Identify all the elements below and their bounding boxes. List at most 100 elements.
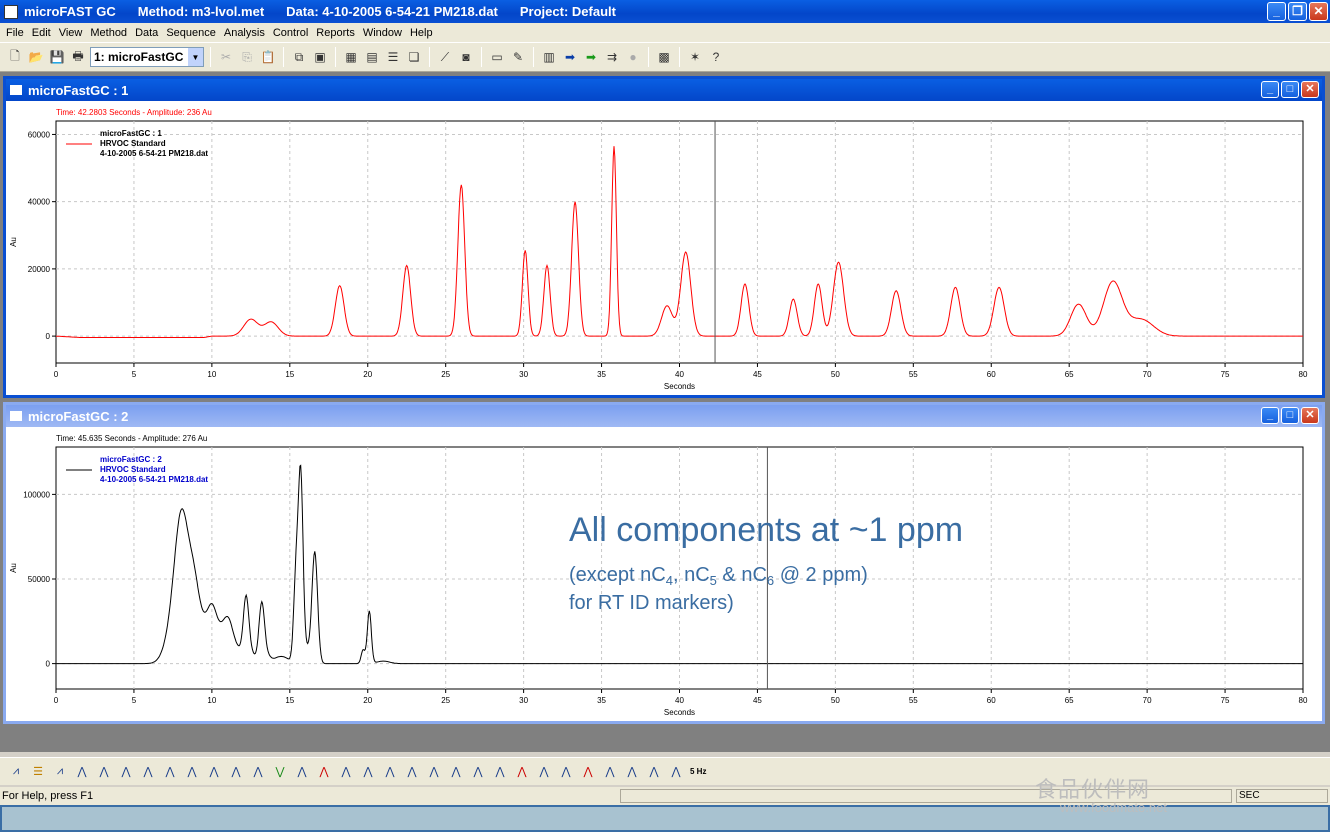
chromatogram-window-1[interactable]: microFastGC : 1 _ □ ✕ 0 5 10 15 20 25 30 35 40 45… — [3, 76, 1325, 398]
peak-tool-icon[interactable]: ⋁ — [270, 762, 290, 782]
peak-tool-icon[interactable]: ⋀ — [182, 762, 202, 782]
chromatogram-chart-1[interactable]: 0 5 10 15 20 25 30 35 40 45 50 55 60 65 70 75 80 0 20000 40… — [6, 101, 1322, 395]
window-2-titlebar[interactable]: microFastGC : 2 _ □ ✕ — [6, 405, 1322, 427]
image-icon[interactable]: ▣ — [311, 48, 329, 66]
print-icon[interactable]: 🖶 — [69, 48, 87, 66]
window-1-close-button[interactable]: ✕ — [1301, 81, 1319, 98]
x-tick-label: 35 — [597, 370, 606, 379]
channel-select[interactable]: 1: microFastGC ▼ — [90, 47, 204, 67]
menu-control[interactable]: Control — [269, 27, 312, 39]
copy-icon[interactable]: ⎘ — [238, 48, 256, 66]
peak-tool-icon[interactable]: ⋀ — [424, 762, 444, 782]
x-tick-label: 65 — [1065, 370, 1074, 379]
document-icon — [10, 411, 22, 421]
close-button[interactable]: ✕ — [1309, 2, 1328, 21]
peak-tool-icon[interactable]: ⋀ — [402, 762, 422, 782]
window-1-minimize-button[interactable]: _ — [1261, 81, 1279, 98]
paste-icon[interactable]: 📋 — [259, 48, 277, 66]
wand-icon[interactable]: ✶ — [686, 48, 704, 66]
menu-reports[interactable]: Reports — [312, 27, 359, 39]
camera-icon[interactable]: ◙ — [457, 48, 475, 66]
peak-tool-icon[interactable]: ⋀ — [138, 762, 158, 782]
x-tick-label: 50 — [831, 696, 840, 705]
stop-icon[interactable]: ● — [624, 48, 642, 66]
peak-tool-icon[interactable]: ⋀ — [94, 762, 114, 782]
chromatogram-window-2[interactable]: microFastGC : 2 _ □ ✕ 0 5 10 15 20 25 30 35 40 45… — [3, 402, 1325, 724]
peak-tool-icon[interactable]: ⋀ — [204, 762, 224, 782]
x-tick-label: 65 — [1065, 696, 1074, 705]
copy-windows-icon[interactable]: ❏ — [405, 48, 423, 66]
menu-view[interactable]: View — [55, 27, 87, 39]
monitor-icon[interactable]: ▭ — [488, 48, 506, 66]
peak-tool-icon[interactable]: ⋀ — [490, 762, 510, 782]
peak-tool-icon[interactable]: ⋀ — [600, 762, 620, 782]
menu-edit[interactable]: Edit — [28, 27, 55, 39]
peak-tool-icon[interactable]: ⩘ — [6, 762, 26, 782]
window-1-titlebar[interactable]: microFastGC : 1 _ □ ✕ — [6, 79, 1322, 101]
peak-tool-icon[interactable]: ⋀ — [248, 762, 268, 782]
x-tick-label: 0 — [54, 370, 59, 379]
peak-tool-icon[interactable]: ⋀ — [578, 762, 598, 782]
restore-button[interactable]: ❐ — [1288, 2, 1307, 21]
window-2-maximize-button[interactable]: □ — [1281, 407, 1299, 424]
x-tick-label: 40 — [675, 696, 684, 705]
peak-tool-icon[interactable]: ⩘ — [50, 762, 70, 782]
bar-chart-icon[interactable]: ▥ — [540, 48, 558, 66]
minimize-button[interactable]: _ — [1267, 2, 1286, 21]
plot-area: 0 5 10 15 20 25 30 35 40 45 50 55 60 65 70 75 80 0 20000 40… — [9, 120, 1308, 391]
peak-tool-icon[interactable]: ⋀ — [534, 762, 554, 782]
menu-analysis[interactable]: Analysis — [220, 27, 269, 39]
peak-tool-icon[interactable]: ⋀ — [512, 762, 532, 782]
mdi-workspace: microFastGC : 1 _ □ ✕ 0 5 10 15 20 25 30 35 40 45… — [0, 72, 1330, 752]
network-icon[interactable]: ⇉ — [603, 48, 621, 66]
peak-tool-icon[interactable]: ⋀ — [336, 762, 356, 782]
menu-window[interactable]: Window — [359, 27, 406, 39]
peak-tool-icon[interactable]: ⋀ — [116, 762, 136, 782]
grid-icon[interactable]: ▦ — [342, 48, 360, 66]
peak-tool-icon[interactable]: ⋀ — [380, 762, 400, 782]
peak-tool-icon[interactable]: ⋀ — [226, 762, 246, 782]
menu-data[interactable]: Data — [131, 27, 162, 39]
peak-tool-icon[interactable]: ⋀ — [72, 762, 92, 782]
run-arrow-icon[interactable]: ➡ — [561, 48, 579, 66]
chromatogram-chart-2[interactable]: 0 5 10 15 20 25 30 35 40 45 50 55 60 65 70 75 80 0 50000 10… — [6, 427, 1322, 721]
cut-icon[interactable]: ✂ — [217, 48, 235, 66]
peak-tool-icon[interactable]: ⋀ — [160, 762, 180, 782]
x-tick-label: 70 — [1143, 370, 1152, 379]
save-icon[interactable]: 💾 — [48, 48, 66, 66]
menu-sequence[interactable]: Sequence — [162, 27, 220, 39]
table-icon[interactable]: ▤ — [363, 48, 381, 66]
peak-tool-icon[interactable]: ⋀ — [556, 762, 576, 782]
sampling-rate-label[interactable]: 5 Hz — [690, 767, 706, 776]
x-tick-label: 15 — [285, 696, 294, 705]
baseline-tool-icon[interactable]: ☰ — [28, 762, 48, 782]
menu-method[interactable]: Method — [86, 27, 131, 39]
peak-tool-icon[interactable]: ⋀ — [666, 762, 686, 782]
peak-tool-icon[interactable]: ⋀ — [292, 762, 312, 782]
peak-tool-icon[interactable]: ⋀ — [622, 762, 642, 782]
peak-tool-icon[interactable]: ⋀ — [468, 762, 488, 782]
peak-tool-icon[interactable]: ⋀ — [358, 762, 378, 782]
menu-file[interactable]: File — [2, 27, 28, 39]
calculator-icon[interactable]: ▩ — [655, 48, 673, 66]
y-tick-label: 20000 — [28, 265, 51, 274]
next-arrow-icon[interactable]: ➡ — [582, 48, 600, 66]
open-folder-icon[interactable]: 📂 — [27, 48, 45, 66]
peak-tool-icon[interactable]: ⋀ — [644, 762, 664, 782]
help-icon[interactable]: ? — [707, 48, 725, 66]
window-1-maximize-button[interactable]: □ — [1281, 81, 1299, 98]
zoom-window-icon[interactable]: ⧉ — [290, 48, 308, 66]
list-icon[interactable]: ☰ — [384, 48, 402, 66]
x-tick-label: 30 — [519, 370, 528, 379]
peak-tool-icon[interactable]: ⋀ — [314, 762, 334, 782]
new-file-icon[interactable]: 🗋 — [6, 48, 24, 66]
x-tick-label: 40 — [675, 370, 684, 379]
comment-icon[interactable]: ✎ — [509, 48, 527, 66]
menu-help[interactable]: Help — [406, 27, 437, 39]
window-2-minimize-button[interactable]: _ — [1261, 407, 1279, 424]
chevron-down-icon[interactable]: ▼ — [188, 48, 203, 66]
window-2-close-button[interactable]: ✕ — [1301, 407, 1319, 424]
chart-axes-icon[interactable]: ⟋ — [436, 48, 454, 66]
peak-tool-icon[interactable]: ⋀ — [446, 762, 466, 782]
channel-select-value: 1: microFastGC — [94, 50, 184, 64]
